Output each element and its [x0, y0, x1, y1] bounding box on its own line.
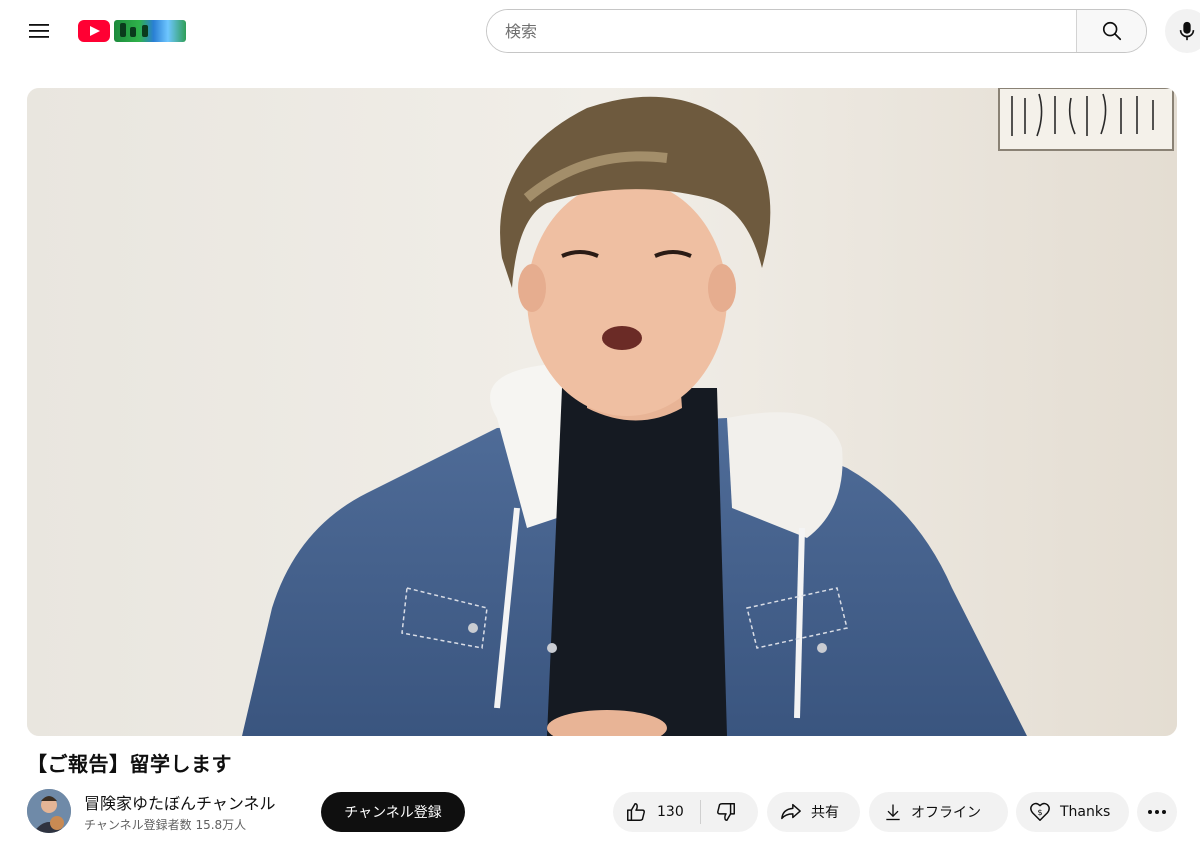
search-input[interactable]	[487, 10, 1076, 52]
svg-text:$: $	[1037, 807, 1042, 817]
youtube-play-icon	[78, 20, 110, 42]
subscriber-count: チャンネル登録者数 15.8万人	[84, 818, 247, 832]
search-button[interactable]	[1076, 10, 1146, 52]
thanks-label: Thanks	[1060, 804, 1111, 820]
download-button[interactable]: オフライン	[869, 792, 1008, 832]
avatar-image	[27, 789, 71, 833]
share-label: 共有	[811, 805, 839, 821]
dislike-button[interactable]	[701, 801, 753, 823]
like-button[interactable]: 130	[613, 800, 701, 824]
thumbs-down-icon	[716, 803, 735, 821]
thumbs-up-icon	[627, 803, 645, 821]
more-actions-button[interactable]	[1137, 792, 1177, 832]
video-player[interactable]	[27, 88, 1177, 736]
like-dislike-group: 130	[613, 792, 758, 832]
top-bar	[0, 0, 1200, 62]
share-icon	[781, 803, 801, 820]
channel-name[interactable]: 冒険家ゆたぼんチャンネル	[84, 790, 276, 814]
more-horizontal-icon	[1148, 810, 1166, 814]
like-count: 130	[657, 804, 684, 820]
share-button[interactable]: 共有	[767, 792, 860, 832]
download-icon	[886, 804, 900, 821]
heart-dollar-icon: $	[1030, 802, 1050, 821]
search-bar	[486, 9, 1147, 53]
download-label: オフライン	[911, 805, 981, 821]
youtube-logo[interactable]	[78, 18, 186, 44]
channel-avatar[interactable]	[27, 789, 71, 833]
thanks-button[interactable]: $ Thanks	[1016, 792, 1129, 832]
subscribe-button[interactable]: チャンネル登録	[321, 792, 465, 832]
logo-doodle	[114, 20, 186, 42]
microphone-icon	[1179, 21, 1195, 41]
video-title: 【ご報告】留学します	[27, 752, 232, 776]
voice-search-button[interactable]	[1165, 9, 1200, 53]
search-icon	[1102, 21, 1121, 41]
hamburger-icon	[29, 24, 49, 38]
menu-button[interactable]	[18, 10, 60, 52]
video-frame	[27, 88, 1177, 736]
